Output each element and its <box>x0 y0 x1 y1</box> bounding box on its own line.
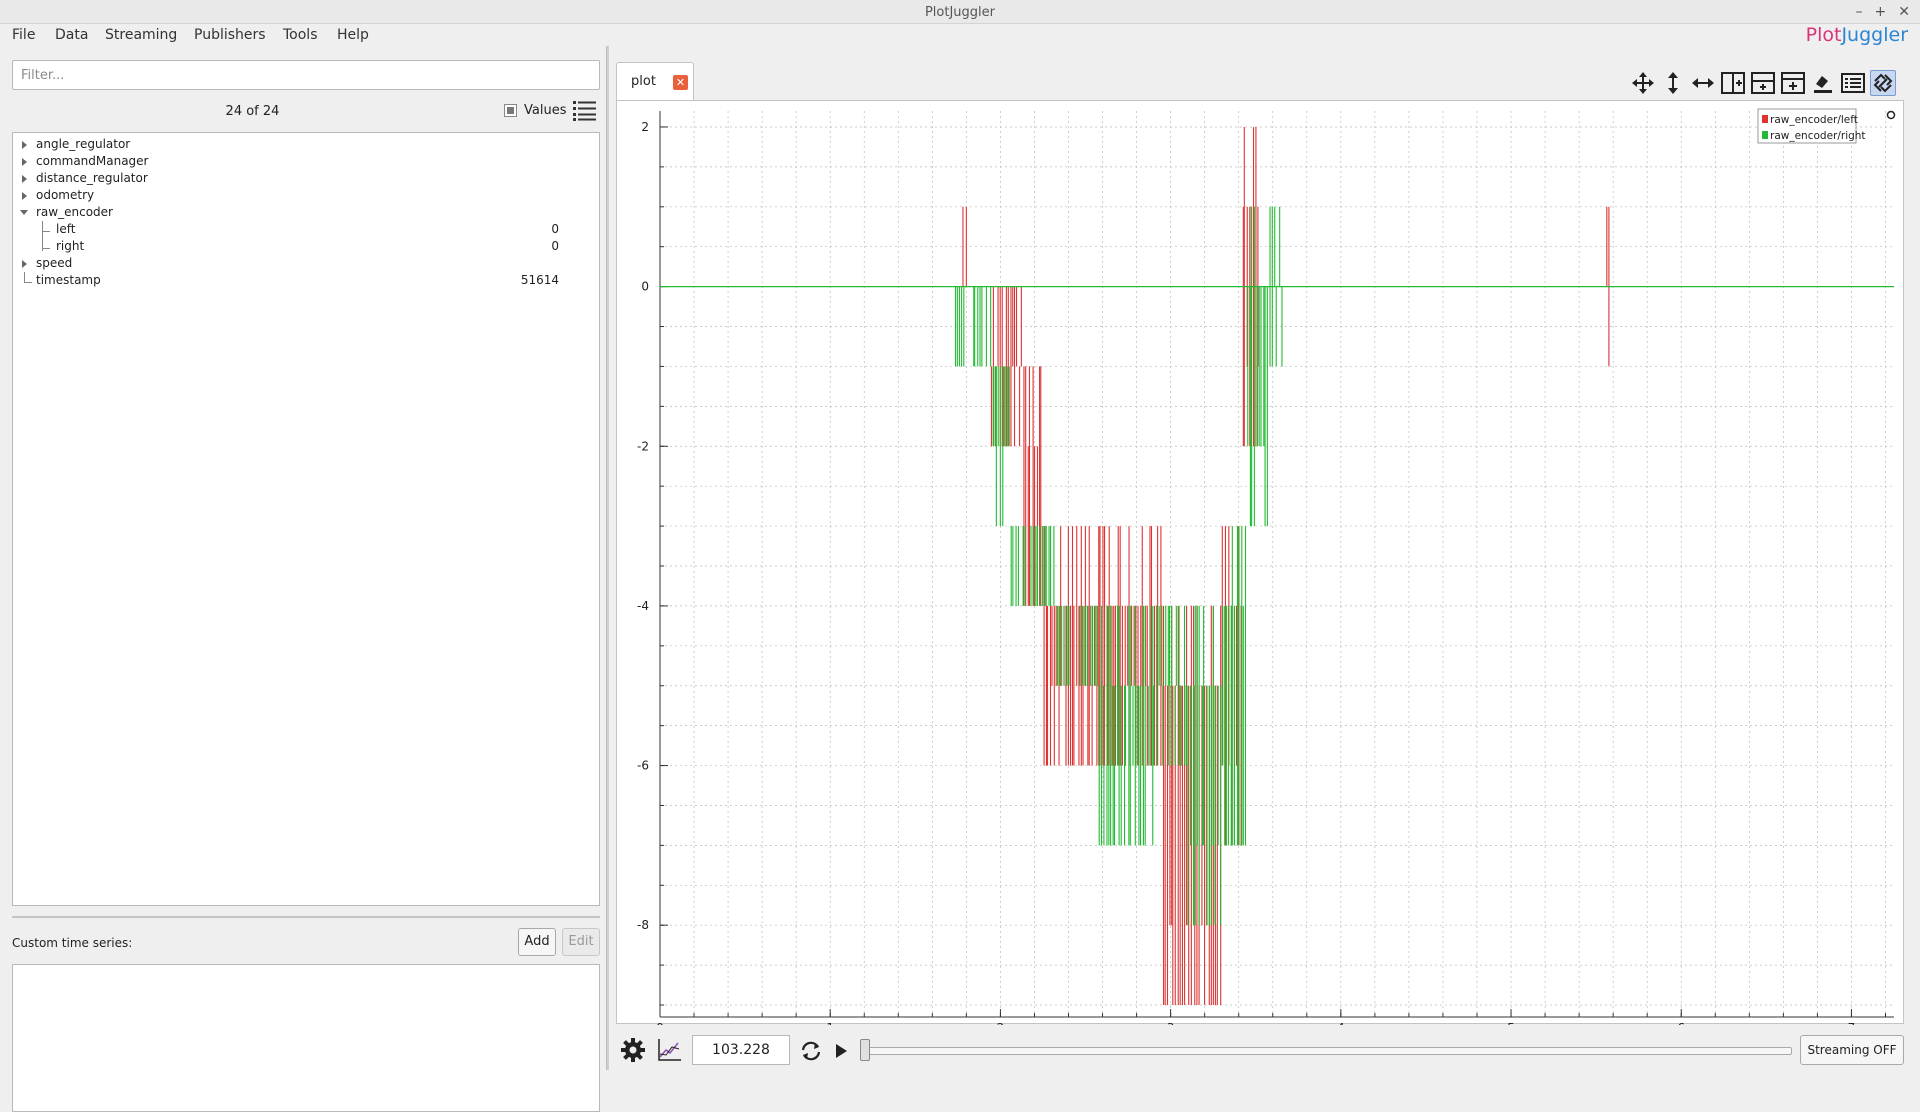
gear-icon[interactable] <box>620 1037 646 1063</box>
y-tick-label: -6 <box>637 759 649 773</box>
x-tick-label: 1 <box>826 1021 834 1025</box>
y-tick-label: -2 <box>637 439 649 453</box>
filter-input[interactable] <box>12 60 600 90</box>
move-icon[interactable] <box>1630 70 1656 96</box>
panel-splitter[interactable] <box>12 916 600 918</box>
plot-toolbar <box>1630 70 1906 98</box>
tree-item-label: right <box>56 239 85 253</box>
link-icon[interactable] <box>1870 70 1896 96</box>
y-tick-label: -8 <box>637 918 649 932</box>
playback-bar: 103.228 Streaming OFF <box>616 1032 1904 1068</box>
main-splitter[interactable] <box>606 46 609 1070</box>
expand-arrow-icon[interactable] <box>22 141 27 149</box>
legend-label: raw_encoder/left <box>1770 114 1858 126</box>
tree-item-angle-regulator[interactable]: angle_regulator <box>13 136 599 153</box>
tree-item-label: speed <box>36 256 73 270</box>
add-plot-icon[interactable] <box>1780 70 1806 96</box>
time-value[interactable]: 103.228 <box>692 1035 790 1065</box>
clear-icon[interactable] <box>1810 70 1836 96</box>
tab-label: plot <box>631 74 656 89</box>
legend-swatch <box>1762 115 1768 123</box>
minimize-icon[interactable]: – <box>1856 0 1863 24</box>
legend-handle-icon[interactable] <box>1886 110 1896 120</box>
tree-item-value: 51614 <box>520 273 559 287</box>
collapse-arrow-icon[interactable] <box>20 210 28 215</box>
menu-data[interactable]: Data <box>55 24 88 46</box>
tree-item-label: distance_regulator <box>36 171 148 185</box>
tree-item-command-manager[interactable]: commandManager <box>13 153 599 170</box>
split-vertical-icon[interactable] <box>1750 70 1776 96</box>
add-button[interactable]: Add <box>518 928 556 956</box>
menu-streaming[interactable]: Streaming <box>105 24 177 46</box>
time-slider[interactable] <box>862 1047 1792 1055</box>
tree-item-label: odometry <box>36 188 95 202</box>
expand-arrow-icon[interactable] <box>22 158 27 166</box>
edit-button[interactable]: Edit <box>562 928 600 956</box>
y-tick-label: 0 <box>641 280 649 294</box>
close-icon[interactable]: ✕ <box>1898 0 1910 24</box>
expand-arrow-icon[interactable] <box>22 192 27 200</box>
values-label: Values <box>524 103 567 118</box>
x-tick-label: 4 <box>1337 1021 1345 1025</box>
left-panel: 24 of 24 Values angle_regulator commandM… <box>0 46 606 1112</box>
tree-item-raw-encoder[interactable]: raw_encoder <box>13 204 599 221</box>
menu-publishers[interactable]: Publishers <box>194 24 266 46</box>
tree-item-left[interactable]: left 0 <box>13 221 599 238</box>
menu-help[interactable]: Help <box>337 24 369 46</box>
tree-item-right[interactable]: right 0 <box>13 238 599 255</box>
plotjuggler-logo: PlotJuggler <box>1806 24 1908 46</box>
values-checkbox[interactable] <box>504 104 517 117</box>
series-count: 24 of 24 <box>225 104 280 119</box>
time-chart-icon[interactable] <box>656 1037 682 1063</box>
tree-item-label: angle_regulator <box>36 137 131 151</box>
x-tick-label: 5 <box>1507 1021 1515 1025</box>
logo-part-plot: Plot <box>1805 24 1842 46</box>
series-tree[interactable]: angle_regulator commandManager distance_… <box>12 132 600 906</box>
play-icon[interactable] <box>828 1038 854 1064</box>
custom-series-list[interactable] <box>12 964 600 1112</box>
x-tick-label: 6 <box>1677 1021 1685 1025</box>
zoom-horizontal-icon[interactable] <box>1690 70 1716 96</box>
split-horizontal-icon[interactable] <box>1720 70 1746 96</box>
title-bar: PlotJuggler – + ✕ <box>0 0 1920 24</box>
tree-item-value: 0 <box>551 239 559 253</box>
legend-label: raw_encoder/right <box>1770 130 1866 142</box>
legend-icon[interactable] <box>1840 70 1866 96</box>
tree-item-timestamp[interactable]: timestamp 51614 <box>13 272 599 289</box>
window-controls: – + ✕ <box>1856 0 1910 24</box>
list-options-icon[interactable] <box>572 98 598 122</box>
logo-part-juggler: Juggler <box>1841 24 1908 46</box>
tree-item-label: raw_encoder <box>36 205 113 219</box>
tree-item-value: 0 <box>551 222 559 236</box>
legend-swatch <box>1762 131 1768 139</box>
tree-item-speed[interactable]: speed <box>13 255 599 272</box>
repeat-icon[interactable] <box>798 1038 824 1064</box>
menu-tools[interactable]: Tools <box>283 24 318 46</box>
time-slider-handle[interactable] <box>860 1039 870 1061</box>
streaming-button[interactable]: Streaming OFF <box>1800 1035 1904 1065</box>
x-tick-label: 0 <box>656 1021 664 1025</box>
expand-arrow-icon[interactable] <box>22 260 27 268</box>
x-tick-label: 3 <box>1167 1021 1175 1025</box>
y-tick-label: -4 <box>637 599 649 613</box>
menu-bar: File Data Streaming Publishers Tools Hel… <box>0 24 1920 46</box>
chart-svg[interactable]: 0 1 2 3 4 5 6 7 2 0 -2 -4 -6 -8 raw_encoder/left raw_en… <box>617 101 1905 1035</box>
x-tick-label: 2 <box>997 1021 1005 1025</box>
custom-series-label: Custom time series: <box>12 936 133 950</box>
tab-close-icon[interactable]: ✕ <box>673 75 688 90</box>
tree-item-label: left <box>56 222 76 236</box>
maximize-icon[interactable]: + <box>1875 0 1887 24</box>
expand-arrow-icon[interactable] <box>22 175 27 183</box>
tree-item-distance-regulator[interactable]: distance_regulator <box>13 170 599 187</box>
plot-area[interactable]: 0 1 2 3 4 5 6 7 2 0 -2 -4 -6 -8 raw_encoder/left raw_en… <box>616 100 1905 1035</box>
zoom-vertical-icon[interactable] <box>1660 70 1686 96</box>
x-tick-label: 7 <box>1848 1021 1856 1025</box>
tree-item-label: timestamp <box>36 273 101 287</box>
y-tick-label: 2 <box>641 120 649 134</box>
window-title: PlotJuggler <box>924 5 996 20</box>
menu-file[interactable]: File <box>12 24 35 46</box>
tab-plot[interactable]: plot ✕ <box>616 62 694 100</box>
tree-item-odometry[interactable]: odometry <box>13 187 599 204</box>
tree-item-label: commandManager <box>36 154 149 168</box>
